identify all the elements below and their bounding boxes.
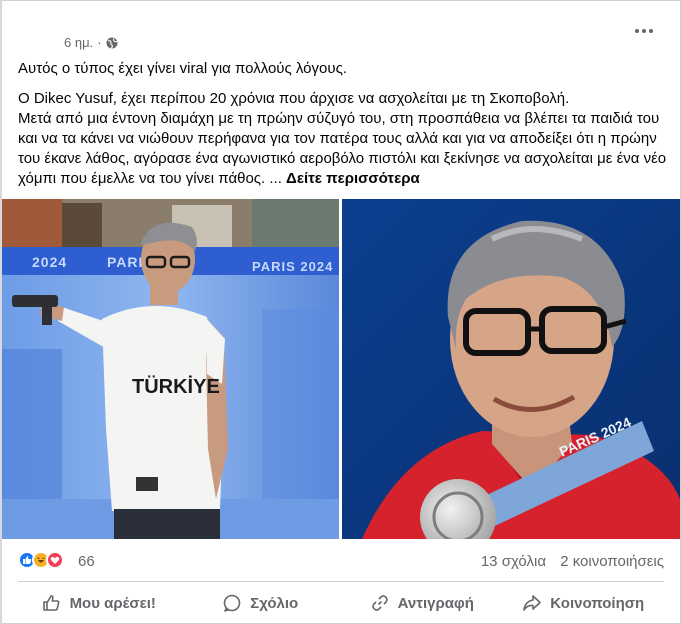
comments-count[interactable]: 13 σχόλια	[481, 553, 546, 570]
photo-portrait[interactable]: PARIS 2024	[342, 199, 680, 539]
dot-icon	[649, 29, 653, 33]
love-icon	[46, 551, 64, 569]
svg-text:2024: 2024	[32, 254, 67, 270]
dot-icon	[635, 29, 639, 33]
copy-button[interactable]: Αντιγραφή	[341, 585, 503, 621]
more-options-button[interactable]	[626, 19, 662, 43]
photo-shooter[interactable]: 2024 PARIS 2024 PARIS 2024	[2, 199, 339, 539]
copy-label: Αντιγραφή	[397, 594, 474, 612]
thumbs-up-icon	[42, 595, 60, 611]
link-icon	[371, 595, 388, 611]
post-paragraph-2-line-1: Ο Dikec Yusuf, έχει περίπου 20 χρόνια πο…	[18, 90, 570, 107]
post-text: Αυτός ο τύπος έχει γίνει viral για πολλο…	[18, 59, 668, 189]
shares-count[interactable]: 2 κοινοποιήσεις	[560, 553, 664, 570]
action-bar: Μου αρέσει! Σχόλιο Αντιγραφή Κοινοποίηση	[18, 585, 664, 621]
dot-icon	[642, 29, 646, 33]
post-timestamp[interactable]: 6 ημ.	[64, 35, 93, 50]
photo-grid: 2024 PARIS 2024 PARIS 2024	[2, 199, 680, 539]
post-paragraph-2: Μετά από μια έντονη διαμάχη με τη πρώην …	[18, 109, 668, 189]
comment-icon	[223, 594, 241, 612]
see-more-link[interactable]: Δείτε περισσότερα	[286, 170, 420, 187]
share-icon	[523, 595, 542, 611]
post-meta: 6 ημ. ·	[64, 35, 118, 50]
reaction-count[interactable]: 66	[78, 553, 95, 570]
action-divider	[18, 581, 664, 582]
reaction-icons[interactable]	[18, 551, 64, 569]
comment-label: Σχόλιο	[250, 594, 299, 612]
share-label: Κοινοποίηση	[550, 594, 645, 612]
meta-separator: ·	[97, 35, 102, 50]
like-button[interactable]: Μου αρέσει!	[18, 585, 180, 621]
shirt-text: TÜRKİYE	[132, 375, 220, 398]
reactions-bar: 66 13 σχόλια 2 κοινοποιήσεις	[18, 549, 664, 573]
post-header: 6 ημ. ·	[2, 1, 680, 53]
post-paragraph-1: Αυτός ο τύπος έχει γίνει viral για πολλο…	[18, 60, 347, 77]
comment-button[interactable]: Σχόλιο	[180, 585, 342, 621]
share-button[interactable]: Κοινοποίηση	[503, 585, 665, 621]
like-label: Μου αρέσει!	[69, 594, 156, 612]
post-card: 6 ημ. · Αυτός ο τύπος έχει γίνει viral γ…	[0, 0, 681, 624]
globe-icon	[106, 37, 118, 49]
svg-text:PARIS 2024: PARIS 2024	[252, 259, 333, 274]
